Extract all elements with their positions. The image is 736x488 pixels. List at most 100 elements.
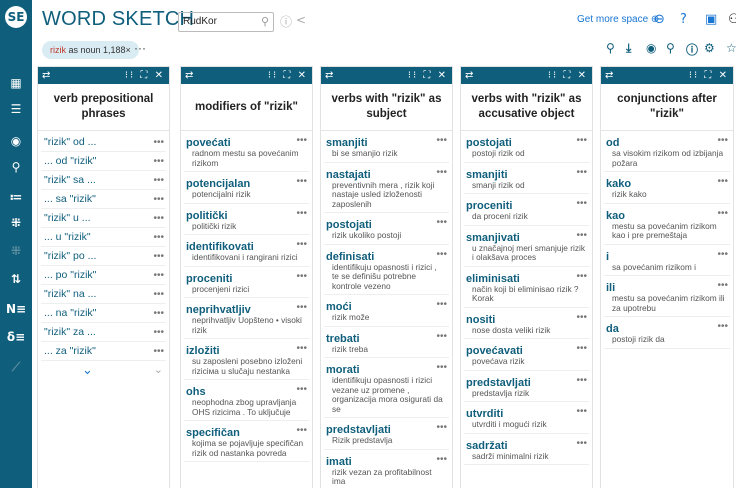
thesaurus-icon[interactable]: ≔ (0, 186, 32, 208)
info-tool-icon[interactable]: ⓘ (686, 41, 698, 58)
word-item[interactable]: eliminisati ••• način koji bi eliminisao r… (464, 269, 589, 308)
download-icon[interactable]: ⤓ (626, 41, 631, 56)
corpus-selector[interactable]: RudKor ⚲ (178, 12, 274, 32)
collocate-word[interactable]: utvrditi (466, 408, 503, 420)
view-icon[interactable]: ◉ (646, 41, 656, 55)
close-icon[interactable]: ✕ (155, 70, 165, 81)
more-icon[interactable]: ••• (153, 304, 164, 323)
more-icon[interactable]: ••• (717, 174, 728, 189)
ngrams-icon[interactable]: N≡ (0, 298, 32, 320)
word-item[interactable]: identifikovati ••• identifikovani i rangir… (184, 237, 309, 267)
collocate-word[interactable]: postojati (326, 219, 372, 231)
collocate-word[interactable]: predstavljati (326, 424, 391, 436)
help-icon[interactable]: ? (680, 12, 687, 27)
collocate-word[interactable]: proceniti (186, 273, 232, 285)
chevron-down-icon[interactable]: ⌄ (82, 363, 93, 378)
list-item[interactable]: ... u "rizik" ••• (41, 228, 166, 247)
more-icon[interactable]: ••• (153, 133, 164, 152)
more-icon[interactable]: ••• (576, 196, 587, 211)
expand-icon[interactable]: ⛶ (140, 70, 149, 81)
more-icon[interactable]: ••• (296, 269, 307, 284)
more-icon[interactable]: ••• (436, 215, 447, 230)
more-icon[interactable]: ••• (153, 323, 164, 342)
collocate-word[interactable]: moći (326, 301, 352, 313)
word-item[interactable]: predstavljati ••• Rizik predstavlja (324, 420, 449, 450)
word-item[interactable]: imati ••• rizik vezan za profitabilnost im… (324, 452, 449, 488)
word-item[interactable]: da ••• postoji rizik da (604, 319, 730, 349)
more-icon[interactable]: ••• (296, 423, 307, 438)
more-icon[interactable]: ••• (717, 247, 728, 262)
trends-icon[interactable]: ⟋ (0, 356, 32, 378)
list-item[interactable]: "rizik" sa ... ••• (41, 171, 166, 190)
collocate-word[interactable]: od (606, 137, 619, 149)
collocate-word[interactable]: specifičan (186, 427, 240, 439)
list-item[interactable]: ... na "rizik" ••• (41, 304, 166, 323)
column-settings-icon[interactable]: ⁝⁝ (689, 70, 699, 81)
collocate-word[interactable]: smanjiti (466, 169, 508, 181)
more-icon[interactable]: ••• (153, 285, 164, 304)
more-icon[interactable]: ••• (296, 133, 307, 148)
word-item[interactable]: trebati ••• rizik treba (324, 329, 449, 358)
word-item[interactable]: sadržati ••• sadrži minimalni rizik (464, 436, 589, 465)
collocate-word[interactable]: da (606, 323, 619, 335)
collocate-word[interactable]: proceniti (466, 200, 512, 212)
search-tool-icon[interactable]: ⚲ (666, 41, 675, 55)
more-icon[interactable]: ••• (436, 165, 447, 180)
more-options-icon[interactable]: ··· (134, 41, 146, 55)
sketch-engine-logo-icon[interactable]: SE (5, 6, 27, 28)
more-icon[interactable]: ••• (576, 310, 587, 325)
zoom-icon[interactable]: ⚲ (606, 41, 615, 55)
word-item[interactable]: postojati ••• rizik ukoliko postoji (324, 215, 449, 245)
user-icon[interactable]: ⚇ (728, 12, 736, 27)
word-item[interactable]: predstavljati ••• predstavlja rizik (464, 373, 589, 402)
feedback-icon[interactable]: ▣ (705, 12, 717, 27)
collocate-word[interactable]: postojati (466, 137, 512, 149)
column-settings-icon[interactable]: ⁝⁝ (408, 70, 418, 81)
word-item[interactable]: proceniti ••• procenjeni rizici (184, 269, 309, 298)
collocate-word[interactable]: povećavati (466, 345, 523, 357)
more-icon[interactable]: ••• (436, 360, 447, 375)
share-icon[interactable]: < (296, 13, 306, 27)
more-icon[interactable]: ••• (576, 133, 587, 148)
search-icon[interactable]: ⚲ (261, 13, 269, 31)
more-icon[interactable]: ••• (153, 209, 164, 228)
more-icon[interactable]: ••• (576, 341, 587, 356)
more-icon[interactable]: ••• (153, 171, 164, 190)
more-icon[interactable]: ••• (436, 329, 447, 344)
column-settings-icon[interactable]: ⁝⁝ (268, 70, 278, 81)
word-item[interactable]: smanjivati ••• u značajnoj meri smanjuje r… (464, 228, 589, 267)
word-item[interactable]: kako ••• rizik kako (604, 174, 730, 204)
list-item[interactable]: "rizik" od ... ••• (41, 133, 166, 152)
more-icon[interactable]: ••• (576, 165, 587, 180)
word-item[interactable]: moći ••• rizik može (324, 297, 449, 327)
grid-icon[interactable]: ⁜ (0, 240, 32, 262)
expand-icon[interactable]: ⛶ (704, 70, 713, 81)
more-icon[interactable]: ••• (436, 452, 447, 467)
collocate-word[interactable]: i (606, 251, 609, 263)
column-settings-icon[interactable]: ⁝⁝ (548, 70, 558, 81)
close-icon[interactable]: ✕ (438, 70, 448, 81)
list-icon[interactable]: ☰ (0, 98, 32, 120)
wordlist-icon[interactable]: ⇅ (0, 268, 32, 290)
dashboard-icon[interactable]: ▦ (0, 72, 32, 94)
collocate-word[interactable]: definisati (326, 251, 374, 263)
expand-icon[interactable]: ⛶ (423, 70, 432, 81)
more-icon[interactable]: ••• (576, 228, 587, 243)
link-icon[interactable]: ⊖ (654, 12, 665, 27)
query-chip[interactable]: rizik as noun 1,188× (42, 41, 139, 59)
word-sketch-icon[interactable]: ◉ (0, 130, 32, 152)
close-icon[interactable]: ✕ (298, 70, 308, 81)
double-chevron-down-icon[interactable]: ⌄ (154, 363, 163, 376)
word-item[interactable]: ili ••• mestu sa povećanim rizikom ili za … (604, 278, 730, 317)
more-icon[interactable]: ••• (153, 266, 164, 285)
word-item[interactable]: specifičan ••• kojima se pojavljuje specif… (184, 423, 309, 462)
more-icon[interactable]: ••• (436, 297, 447, 312)
collocate-word[interactable]: imati (326, 456, 352, 468)
word-item[interactable]: smanjiti ••• smanji rizik od (464, 165, 589, 194)
word-item[interactable]: i ••• sa povećanim rizikom i (604, 247, 730, 276)
list-item[interactable]: ... sa "rizik" ••• (41, 190, 166, 209)
collocate-word[interactable]: ohs (186, 386, 206, 398)
more-icon[interactable]: ••• (436, 133, 447, 148)
collocate-word[interactable]: sadržati (466, 440, 508, 452)
collocate-word[interactable]: smanjivati (466, 232, 520, 244)
